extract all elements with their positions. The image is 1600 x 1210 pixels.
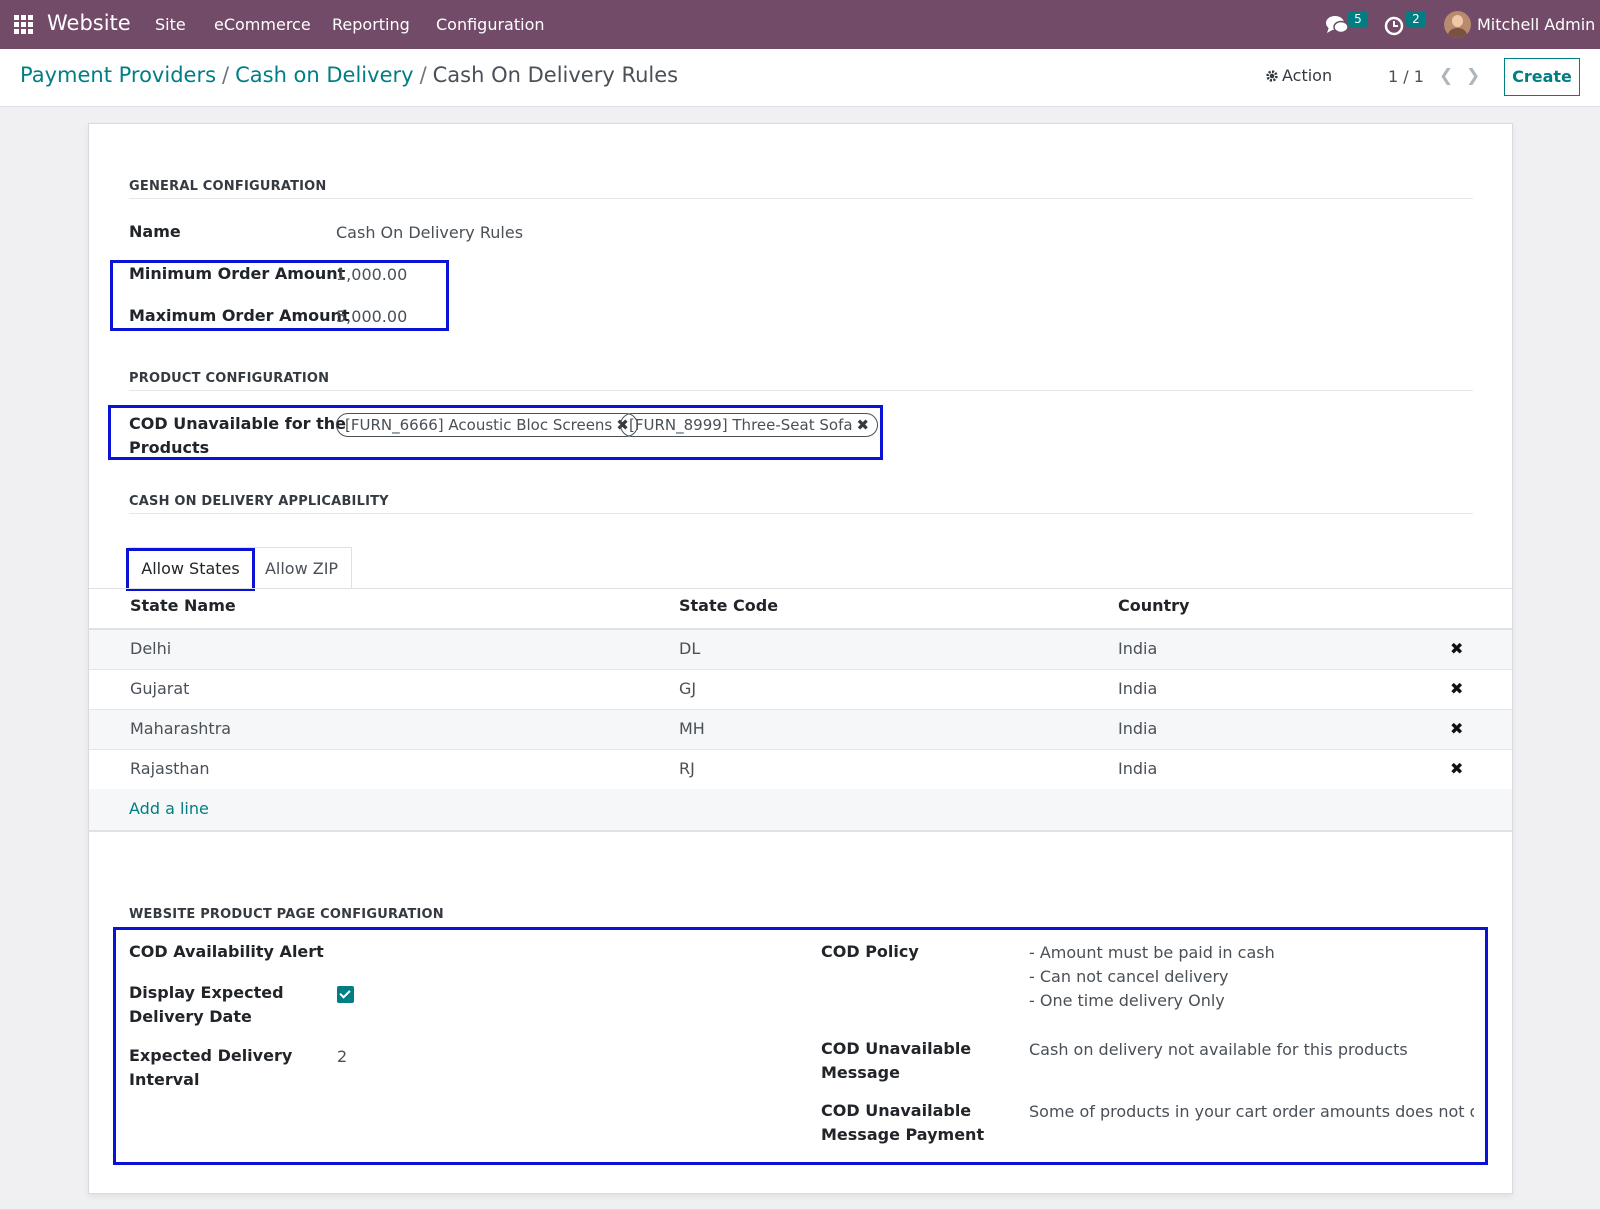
state-name-cell: Maharashtra [130,719,232,738]
section-applicability-title: CASH ON DELIVERY APPLICABILITY [129,494,389,509]
apps-grid-icon[interactable] [14,15,34,35]
delete-row-icon[interactable]: ✖ [1450,719,1463,738]
state-code-cell: RJ [679,759,695,778]
activities-badge: 2 [1406,11,1426,27]
highlight-box-website [113,927,1488,1165]
table-top-border [89,588,1512,589]
delete-row-icon[interactable]: ✖ [1450,759,1463,778]
action-label: Action [1282,66,1333,85]
state-code-cell: DL [679,639,701,658]
messages-badge: 5 [1348,11,1368,27]
state-name-cell: Delhi [130,639,172,658]
chevron-right-icon[interactable]: ❯ [1466,66,1480,86]
section-website-title: WEBSITE PRODUCT PAGE CONFIGURATION [129,907,444,922]
table-row[interactable]: Maharashtra MH India ✖ [89,710,1512,750]
chevron-left-icon[interactable]: ❮ [1439,66,1453,86]
top-navbar: Website Site eCommerce Reporting Configu… [0,0,1600,49]
state-code-cell: GJ [679,679,697,698]
breadcrumb-current: Cash On Delivery Rules [432,63,679,87]
control-panel: Payment Providers / Cash on Delivery / Cash … [0,49,1600,107]
highlight-box-amounts [110,260,449,331]
section-divider [129,198,1473,199]
create-button[interactable]: Create [1504,58,1580,96]
clock-icon[interactable] [1384,14,1406,36]
breadcrumb-separator: / [222,63,230,87]
country-cell: India [1118,759,1158,778]
section-divider [129,390,1473,391]
state-code-cell: MH [679,719,705,738]
column-country[interactable]: Country [1118,596,1189,615]
table-row[interactable]: Gujarat GJ India ✖ [89,670,1512,710]
user-avatar[interactable] [1444,11,1471,38]
section-general-title: GENERAL CONFIGURATION [129,179,327,194]
tab-allow-zip[interactable]: Allow ZIP [252,547,352,589]
section-product-title: PRODUCT CONFIGURATION [129,371,330,386]
action-button[interactable]: Action [1266,66,1333,85]
country-cell: India [1118,719,1158,738]
country-cell: India [1118,639,1158,658]
add-line-row: Add a line [89,789,1512,832]
breadcrumb: Payment Providers / Cash on Delivery / Cash … [20,63,678,87]
table-row[interactable]: Delhi DL India ✖ [89,630,1512,670]
add-a-line-link[interactable]: Add a line [129,799,209,818]
menu-ecommerce[interactable]: eCommerce [214,15,311,34]
chat-icon[interactable] [1325,14,1349,36]
column-state-name[interactable]: State Name [130,596,236,615]
delete-row-icon[interactable]: ✖ [1450,679,1463,698]
pager-value[interactable]: 1 / 1 [1388,67,1424,86]
breadcrumb-payment-providers[interactable]: Payment Providers [20,63,216,87]
menu-configuration[interactable]: Configuration [436,15,545,34]
state-name-cell: Rajasthan [130,759,210,778]
column-state-code[interactable]: State Code [679,596,778,615]
section-divider [129,513,1473,514]
highlight-box-tab [126,548,255,591]
menu-site[interactable]: Site [155,15,186,34]
app-name[interactable]: Website [47,11,131,35]
highlight-box-products [108,405,883,460]
country-cell: India [1118,679,1158,698]
breadcrumb-separator: / [419,63,427,87]
state-name-cell: Gujarat [130,679,190,698]
gear-icon [1266,70,1278,82]
name-field[interactable]: Cash On Delivery Rules [336,221,523,245]
table-row[interactable]: Rajasthan RJ India ✖ [89,750,1512,790]
breadcrumb-cash-on-delivery[interactable]: Cash on Delivery [235,63,413,87]
name-label: Name [129,222,181,241]
delete-row-icon[interactable]: ✖ [1450,639,1463,658]
user-name[interactable]: Mitchell Admin [1477,15,1595,34]
menu-reporting[interactable]: Reporting [332,15,410,34]
